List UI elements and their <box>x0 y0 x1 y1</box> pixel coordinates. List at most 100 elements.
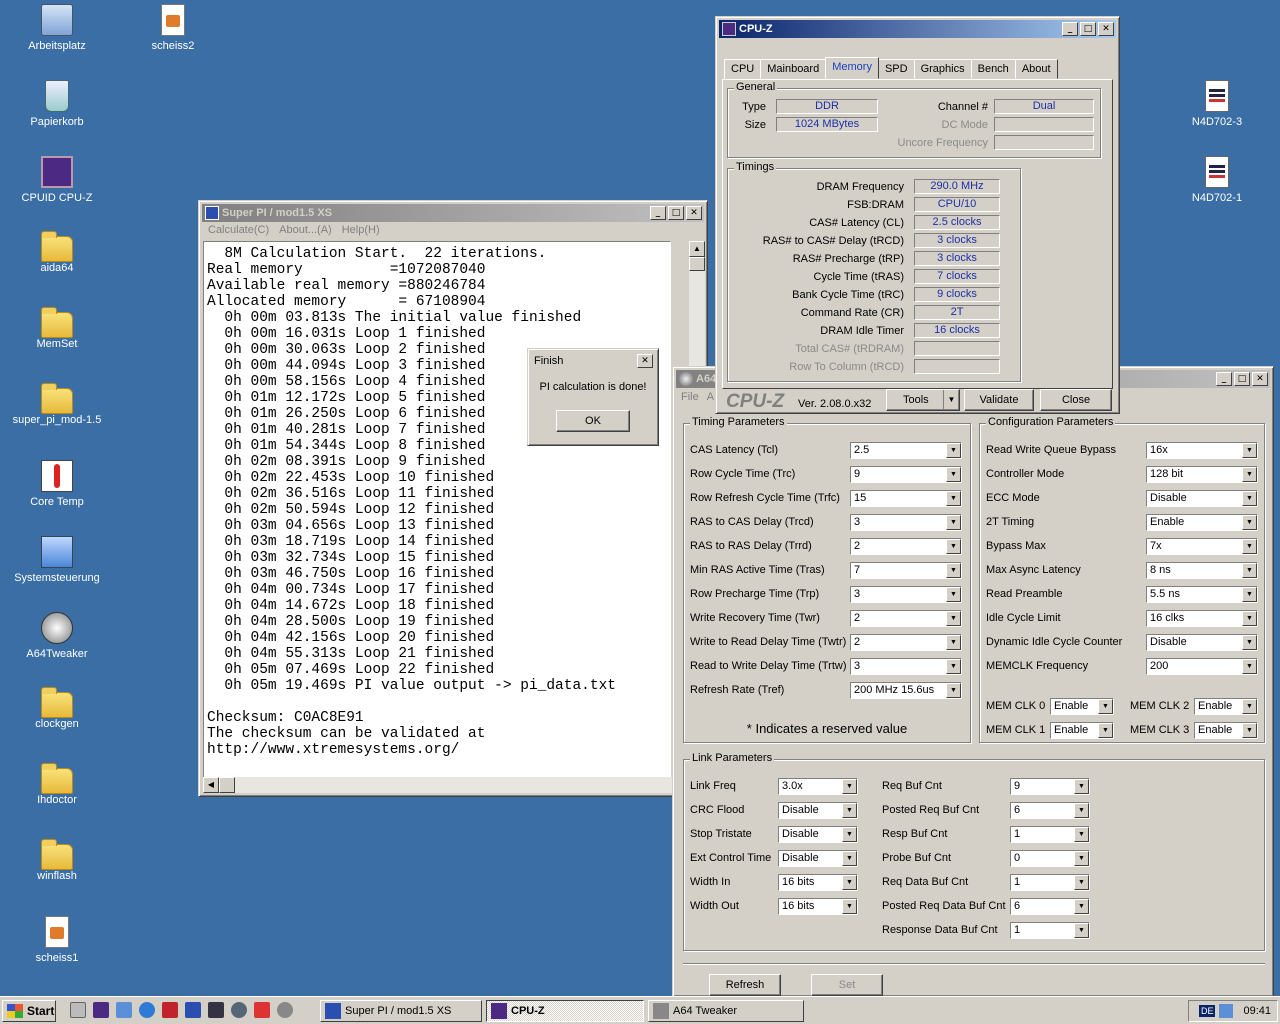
scroll-thumb-h[interactable] <box>219 777 235 793</box>
taskbar-button[interactable]: CPU-Z <box>486 1000 644 1022</box>
link-dropdown[interactable]: 1 ▼ <box>1010 874 1090 891</box>
chevron-down-icon[interactable]: ▼ <box>1242 539 1257 554</box>
desktop-icon[interactable]: scheiss2 <box>128 4 218 52</box>
chevron-down-icon[interactable]: ▼ <box>1242 587 1257 602</box>
chevron-down-icon[interactable]: ▼ <box>946 443 961 458</box>
chevron-down-icon[interactable]: ▼ <box>1242 659 1257 674</box>
chevron-down-icon[interactable]: ▼ <box>842 827 857 842</box>
chevron-down-icon[interactable]: ▼ <box>1074 875 1089 890</box>
link-dropdown[interactable]: 9 ▼ <box>1010 778 1090 795</box>
link-dropdown[interactable]: Disable ▼ <box>778 802 858 819</box>
close-cpuz-button[interactable]: Close <box>1040 389 1112 411</box>
memclk-dropdown[interactable]: Enable ▼ <box>1194 698 1258 715</box>
memclk-dropdown[interactable]: Enable ▼ <box>1050 722 1114 739</box>
quicklaunch-aida64-icon[interactable] <box>162 1002 178 1018</box>
finish-titlebar[interactable]: Finish ✕ <box>531 352 655 370</box>
refresh-button[interactable]: Refresh <box>709 974 781 996</box>
quicklaunch-ie-icon[interactable] <box>139 1002 155 1018</box>
config-dropdown[interactable]: Disable ▼ <box>1146 490 1258 507</box>
close-button[interactable]: ✕ <box>686 206 702 220</box>
desktop-icon[interactable]: CPUID CPU-Z <box>12 156 102 204</box>
link-dropdown[interactable]: 0 ▼ <box>1010 850 1090 867</box>
quicklaunch-app7-icon[interactable] <box>208 1002 224 1018</box>
minimize-button[interactable]: _ <box>1216 372 1232 386</box>
start-button[interactable]: Start <box>2 1000 56 1022</box>
scroll-thumb[interactable] <box>689 257 705 271</box>
quicklaunch-coretemp-icon[interactable] <box>254 1002 270 1018</box>
chevron-down-icon[interactable]: ▼ <box>1074 899 1089 914</box>
link-dropdown[interactable]: 6 ▼ <box>1010 898 1090 915</box>
chevron-down-icon[interactable]: ▼ <box>946 635 961 650</box>
config-dropdown[interactable]: 16 clks ▼ <box>1146 610 1258 627</box>
menu-calculate[interactable]: Calculate(C) <box>208 224 269 236</box>
menu-about[interactable]: About...(A) <box>279 224 332 236</box>
chevron-down-icon[interactable]: ▼ <box>946 515 961 530</box>
chevron-down-icon[interactable]: ▼ <box>842 899 857 914</box>
quicklaunch-superpi-icon[interactable] <box>185 1002 201 1018</box>
chevron-down-icon[interactable]: ▼ <box>1242 611 1257 626</box>
tab-graphics[interactable]: Graphics <box>913 59 972 79</box>
config-dropdown[interactable]: 200 ▼ <box>1146 658 1258 675</box>
memclk-dropdown[interactable]: Enable ▼ <box>1194 722 1258 739</box>
config-dropdown[interactable]: 5.5 ns ▼ <box>1146 586 1258 603</box>
tab-mainboard[interactable]: Mainboard <box>760 59 827 79</box>
config-dropdown[interactable]: 128 bit ▼ <box>1146 466 1258 483</box>
minimize-button[interactable]: _ <box>1062 22 1078 36</box>
timing-dropdown[interactable]: 7 ▼ <box>850 562 962 579</box>
config-dropdown[interactable]: Enable ▼ <box>1146 514 1258 531</box>
tools-button[interactable]: Tools ▼ <box>886 389 960 411</box>
chevron-down-icon[interactable]: ▼ <box>946 587 961 602</box>
config-dropdown[interactable]: Disable ▼ <box>1146 634 1258 651</box>
link-dropdown[interactable]: Disable ▼ <box>778 850 858 867</box>
desktop-icon[interactable]: Systemsteuerung <box>12 536 102 584</box>
menu-file[interactable]: File <box>681 391 699 403</box>
link-dropdown[interactable]: Disable ▼ <box>778 826 858 843</box>
desktop-icon[interactable]: N4D702-1 <box>1172 156 1262 204</box>
tab-about[interactable]: About <box>1014 59 1058 79</box>
language-indicator[interactable]: DE <box>1198 1005 1216 1017</box>
timing-dropdown[interactable]: 2 ▼ <box>850 538 962 555</box>
quicklaunch-app1-icon[interactable] <box>70 1002 86 1018</box>
chevron-down-icon[interactable]: ▼ <box>1074 779 1089 794</box>
set-button[interactable]: Set <box>811 974 883 996</box>
validate-button[interactable]: Validate <box>964 389 1034 411</box>
quicklaunch-app8-icon[interactable] <box>231 1002 247 1018</box>
chevron-down-icon[interactable]: ▼ <box>946 539 961 554</box>
chevron-down-icon[interactable]: ▼ <box>946 659 961 674</box>
taskbar-button[interactable]: A64 Tweaker <box>648 1000 804 1022</box>
minimize-button[interactable]: _ <box>650 206 666 220</box>
link-dropdown[interactable]: 16 bits ▼ <box>778 898 858 915</box>
superpi-titlebar[interactable]: Super PI / mod1.5 XS _ □ ✕ <box>202 204 704 222</box>
tools-dropdown-icon[interactable]: ▼ <box>943 390 959 410</box>
memclk-dropdown[interactable]: Enable ▼ <box>1050 698 1114 715</box>
chevron-down-icon[interactable]: ▼ <box>1242 515 1257 530</box>
chevron-down-icon[interactable]: ▼ <box>1242 699 1257 714</box>
config-dropdown[interactable]: 16x ▼ <box>1146 442 1258 459</box>
scroll-up-icon[interactable]: ▲ <box>689 241 705 257</box>
chevron-down-icon[interactable]: ▼ <box>946 563 961 578</box>
link-dropdown[interactable]: 6 ▼ <box>1010 802 1090 819</box>
desktop-icon[interactable]: Core Temp <box>12 460 102 508</box>
quicklaunch-app3-icon[interactable] <box>116 1002 132 1018</box>
tab-cpu[interactable]: CPU <box>724 59 762 79</box>
chevron-down-icon[interactable]: ▼ <box>1242 723 1257 738</box>
maximize-button[interactable]: □ <box>1080 22 1096 36</box>
config-dropdown[interactable]: 7x ▼ <box>1146 538 1258 555</box>
horizontal-scrollbar[interactable]: ◀ <box>203 777 689 793</box>
chevron-down-icon[interactable]: ▼ <box>946 491 961 506</box>
tab-bench[interactable]: Bench <box>970 59 1016 79</box>
chevron-down-icon[interactable]: ▼ <box>842 851 857 866</box>
chevron-down-icon[interactable]: ▼ <box>1098 699 1113 714</box>
link-dropdown[interactable]: 1 ▼ <box>1010 826 1090 843</box>
timing-dropdown[interactable]: 15 ▼ <box>850 490 962 507</box>
desktop-icon[interactable]: Papierkorb <box>12 80 102 128</box>
tray-app-icon[interactable] <box>1219 1004 1234 1018</box>
tab-spd[interactable]: SPD <box>877 59 915 79</box>
chevron-down-icon[interactable]: ▼ <box>1242 635 1257 650</box>
close-button[interactable]: ✕ <box>637 354 653 368</box>
menu-a[interactable]: A <box>707 391 714 403</box>
desktop-icon[interactable]: MemSet <box>12 307 102 350</box>
timing-dropdown[interactable]: 2 ▼ <box>850 634 962 651</box>
desktop-icon[interactable]: winflash <box>12 839 102 882</box>
desktop-icon[interactable]: super_pi_mod-1.5 <box>12 383 102 426</box>
